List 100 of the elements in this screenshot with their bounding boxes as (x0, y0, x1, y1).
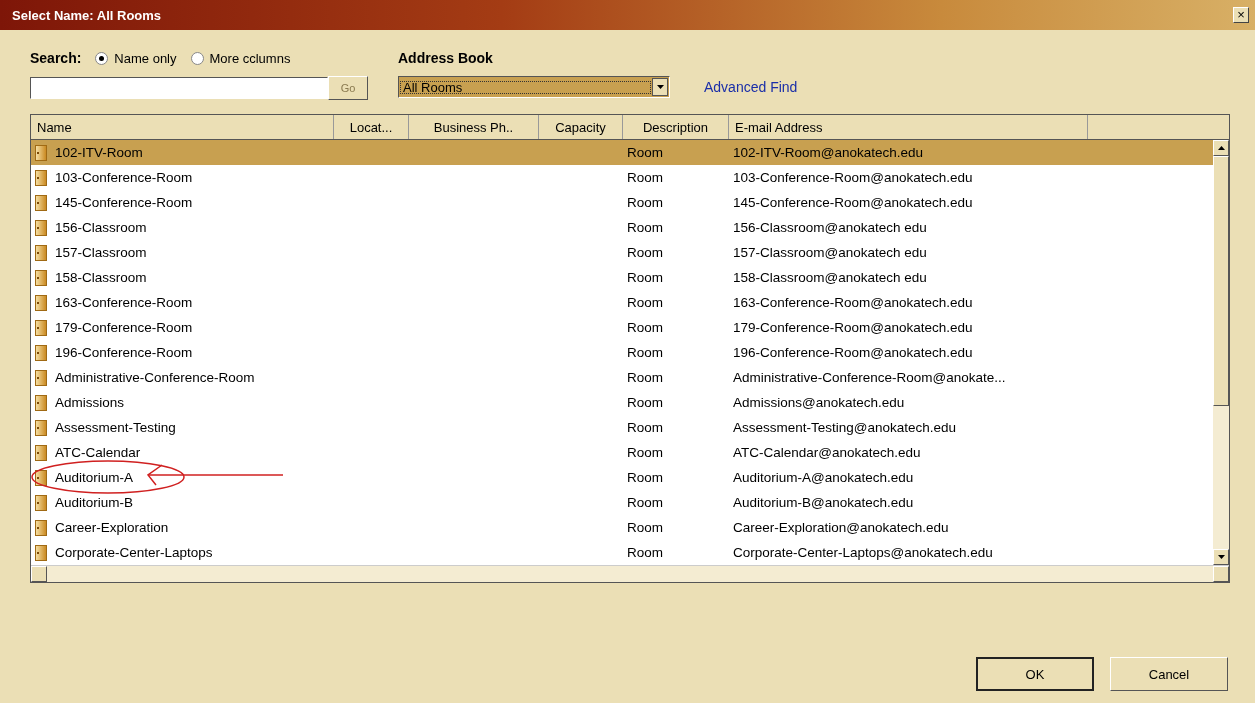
table-row[interactable]: ATC-Calendar Room ATC-Calendar@anokatech.edu (31, 440, 1213, 465)
email-text: 179-Conference-Room@anokatech.edu (733, 320, 973, 335)
name-text: 157-Classroom (55, 245, 147, 260)
scroll-up-icon[interactable] (1217, 146, 1225, 150)
address-book-label: Address Book (398, 49, 494, 68)
description-text: Room (627, 520, 663, 535)
room-icon (35, 144, 47, 161)
horizontal-scrollbar[interactable] (31, 565, 1229, 582)
email-text: 156-Classroom@anokatech edu (733, 220, 927, 235)
column-header[interactable]: Business Ph.. (409, 115, 539, 139)
dialog-button[interactable]: OK (976, 657, 1094, 691)
table-row[interactable]: 145-Conference-Room Room 145-Conference-Room@anokatech.edu (31, 190, 1213, 215)
table-row[interactable]: 163-Conference-Room Room 163-Conference-Room@anokatech.edu (31, 290, 1213, 315)
email-text: 157-Classroom@anokatech edu (733, 245, 927, 260)
radio-icon[interactable] (190, 51, 204, 65)
room-icon (35, 444, 47, 461)
room-icon (35, 269, 47, 286)
email-text: Auditorium-A@anokatech.edu (733, 470, 914, 485)
name-text: 158-Classroom (55, 270, 147, 285)
table-row[interactable]: 196-Conference-Room Room 196-Conference-Room@anokatech.edu (31, 340, 1213, 365)
room-icon (35, 369, 47, 386)
email-text: 158-Classroom@anokatech edu (733, 270, 927, 285)
description-text: Room (627, 195, 663, 210)
email-text: Corporate-Center-Laptops@anokatech.edu (733, 545, 993, 560)
name-text: 196-Conference-Room (55, 345, 193, 360)
column-header[interactable]: Name (31, 115, 334, 139)
table-row[interactable]: 156-Classroom Room 156-Classroom@anokatech edu (31, 215, 1213, 240)
name-text: 179-Conference-Room (55, 320, 193, 335)
scroll-down-icon[interactable] (1217, 555, 1225, 559)
radio-label: Name only (114, 50, 177, 66)
room-icon (35, 219, 47, 236)
description-text: Room (627, 295, 663, 310)
table-row[interactable]: Admissions Room Admissions@anokatech.edu (31, 390, 1213, 415)
description-text: Room (627, 270, 663, 285)
description-text: Room (627, 245, 663, 260)
name-text: Admissions (55, 395, 125, 410)
email-text: Administrative-Conference-Room@anokate... (733, 370, 1006, 385)
close-button[interactable]: × (1233, 7, 1249, 23)
table-row[interactable]: 103-Conference-Room Room 103-Conference-Room@anokatech.edu (31, 165, 1213, 190)
description-text: Room (627, 470, 663, 485)
room-icon (35, 319, 47, 336)
room-icon (35, 469, 47, 486)
description-text: Room (627, 220, 663, 235)
email-text: Assessment-Testing@anokatech.edu (733, 420, 957, 435)
vertical-scrollbar[interactable] (1213, 140, 1229, 565)
room-icon (35, 519, 47, 536)
email-text: Career-Exploration@anokatech.edu (733, 520, 949, 535)
name-text: Career-Exploration (55, 520, 169, 535)
name-text: Corporate-Center-Laptops (55, 545, 213, 560)
table-row[interactable]: 158-Classroom Room 158-Classroom@anokatech edu (31, 265, 1213, 290)
room-icon (35, 294, 47, 311)
description-text: Room (627, 145, 663, 160)
table-row[interactable]: Assessment-Testing Room Assessment-Testing@anokatech.edu (31, 415, 1213, 440)
email-text: Admissions@anokatech.edu (733, 395, 905, 410)
description-text: Room (627, 495, 663, 510)
column-header[interactable]: Description (623, 115, 729, 139)
dialog-button[interactable]: Cancel (1110, 657, 1228, 691)
email-text: Auditorium-B@anokatech.edu (733, 495, 914, 510)
table-row[interactable]: Corporate-Center-Laptops Room Corporate-Center-Laptops@anokatech.edu (31, 540, 1213, 565)
name-text: 156-Classroom (55, 220, 147, 235)
column-header[interactable]: Capacity (539, 115, 623, 139)
description-text: Room (627, 420, 663, 435)
table-row[interactable]: Administrative-Conference-Room Room Administrative-Conference-Room@anokate... (31, 365, 1213, 390)
room-icon (35, 169, 47, 186)
email-text: ATC-Calendar@anokatech.edu (733, 445, 921, 460)
radio-option[interactable]: Name only (95, 50, 177, 66)
room-icon (35, 494, 47, 511)
room-icon (35, 394, 47, 411)
window-title: Select Name: All Rooms (12, 7, 162, 23)
room-icon (35, 419, 47, 436)
table-row[interactable]: 102-ITV-Room Room 102-ITV-Room@anokatech.edu (31, 140, 1213, 165)
name-text: 145-Conference-Room (55, 195, 193, 210)
column-header[interactable]: Locat... (334, 115, 409, 139)
table-row[interactable]: Auditorium-A Room Auditorium-A@anokatech.edu (31, 465, 1213, 490)
description-text: Room (627, 370, 663, 385)
address-book-dropdown[interactable]: All Rooms (398, 76, 670, 98)
name-text: Assessment-Testing (55, 420, 176, 435)
radio-option[interactable]: More cclumns (190, 50, 291, 66)
room-icon (35, 344, 47, 361)
table-row[interactable]: 157-Classroom Room 157-Classroom@anokatech edu (31, 240, 1213, 265)
description-text: Room (627, 545, 663, 560)
radio-label: More cclumns (209, 50, 291, 66)
column-header[interactable]: E-mail Address (729, 115, 1088, 139)
description-text: Room (627, 445, 663, 460)
description-text: Room (627, 345, 663, 360)
search-field[interactable] (30, 77, 328, 99)
advanced-find-link[interactable]: Advanced Find (704, 79, 798, 95)
name-text: 103-Conference-Room (55, 170, 193, 185)
dropdown-arrow-icon[interactable] (656, 85, 664, 89)
email-text: 163-Conference-Room@anokatech.edu (733, 295, 973, 310)
table-row[interactable]: Auditorium-B Room Auditorium-B@anokatech.edu (31, 490, 1213, 515)
description-text: Room (627, 170, 663, 185)
table-row[interactable]: 179-Conference-Room Room 179-Conference-Room@anokatech.edu (31, 315, 1213, 340)
room-icon (35, 194, 47, 211)
name-text: ATC-Calendar (55, 445, 141, 460)
name-text: 102-ITV-Room (55, 145, 143, 160)
email-text: 103-Conference-Room@anokatech.edu (733, 170, 973, 185)
table-row[interactable]: Career-Exploration Room Career-Exploration@anokatech.edu (31, 515, 1213, 540)
description-text: Room (627, 395, 663, 410)
radio-icon[interactable] (95, 51, 109, 65)
